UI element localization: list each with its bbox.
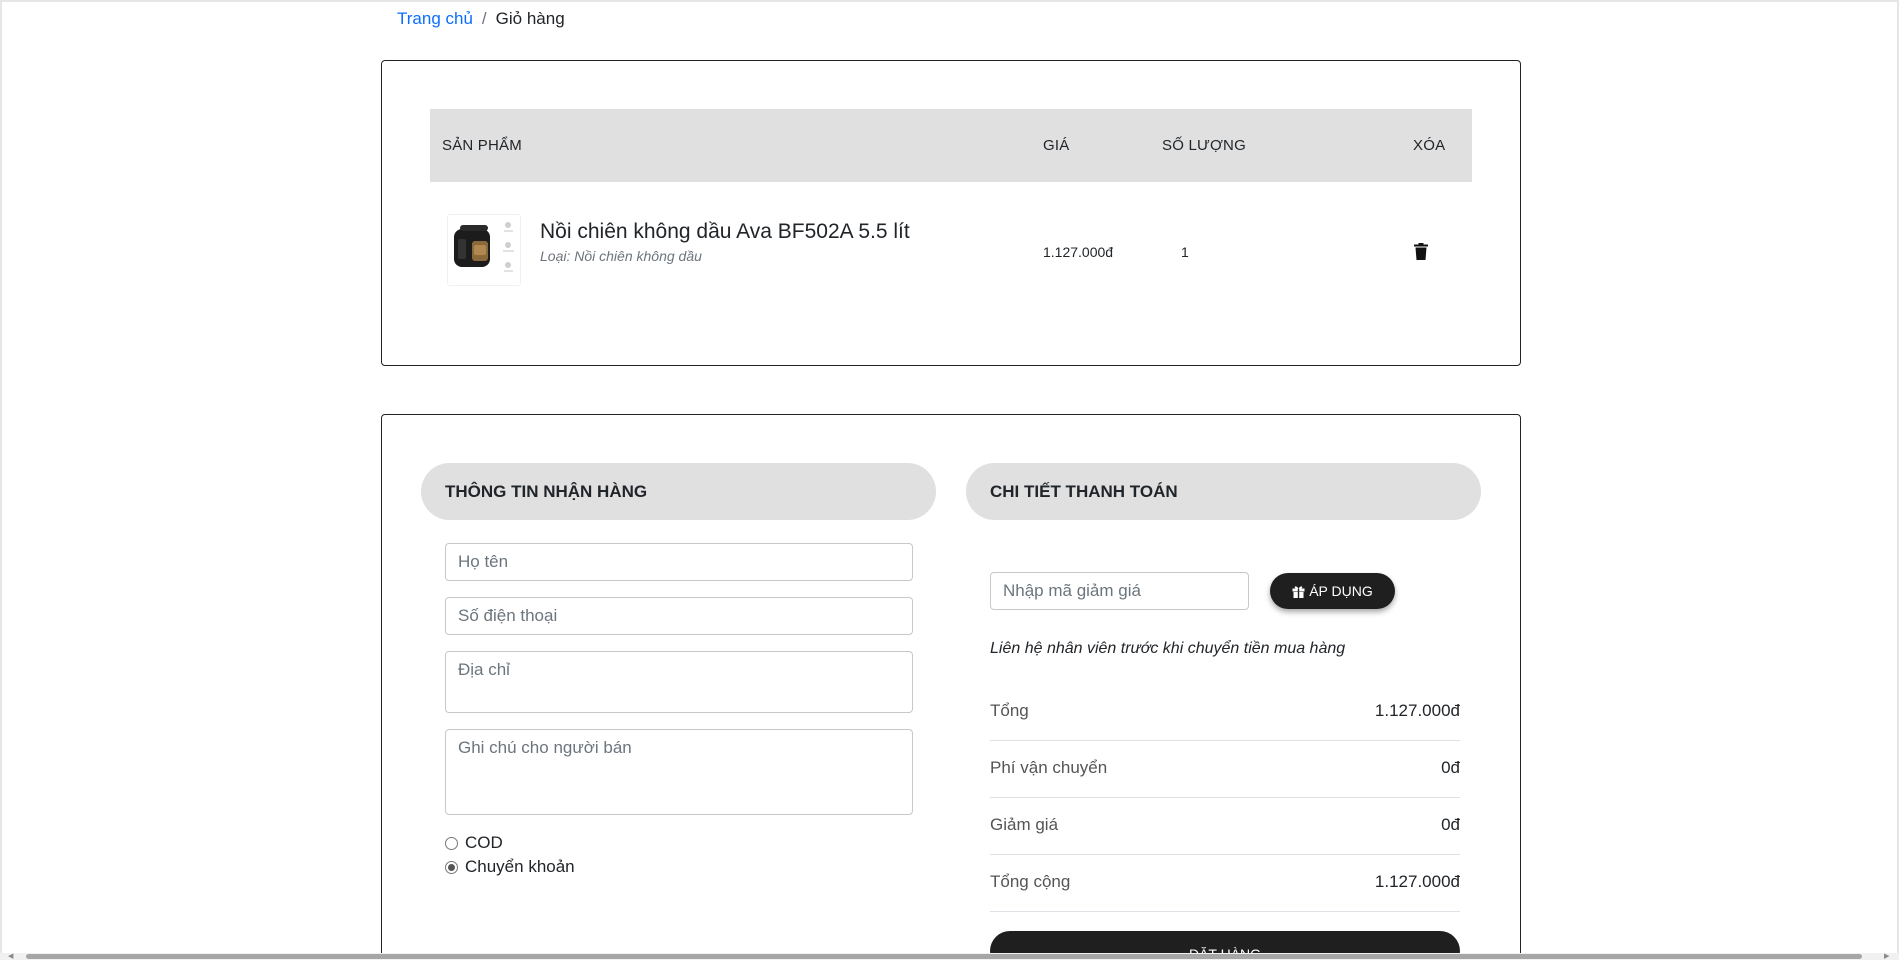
header-product: SẢN PHẨM [442, 137, 522, 154]
product-thumbnail[interactable] [447, 214, 521, 286]
coupon-input[interactable] [990, 572, 1249, 610]
subtotal-value: 1.127.000đ [1374, 701, 1460, 720]
total-label: Tổng cộng [990, 872, 1071, 891]
header-quantity: SỐ LƯỢNG [1162, 137, 1246, 154]
product-type: Loại: Nồi chiên không dầu [540, 248, 702, 264]
payment-option-cod[interactable]: COD [445, 833, 503, 853]
shipping-fee-label: Phí vận chuyển [990, 758, 1108, 777]
scrollbar-thumb[interactable] [26, 954, 1862, 959]
gift-icon [1292, 585, 1305, 598]
cod-label: COD [465, 833, 503, 852]
bank-transfer-radio[interactable] [445, 860, 458, 874]
checkout-card: THÔNG TIN NHẬN HÀNG CHI TIẾT THANH TOÁN … [381, 414, 1521, 960]
scroll-left-icon[interactable]: ◀ [8, 953, 13, 960]
summary-row-total: Tổng cộng 1.127.000đ [990, 855, 1460, 912]
apply-coupon-label: ÁP DỤNG [1309, 583, 1373, 599]
horizontal-scrollbar[interactable]: ◀ ▶ [0, 953, 1899, 960]
payment-details-title: CHI TIẾT THANH TOÁN [966, 463, 1481, 520]
cart-card: SẢN PHẨM GIÁ SỐ LƯỢNG XÓA Nồi chiên khôn… [381, 60, 1521, 366]
payment-note: Liên hệ nhân viên trước khi chuyển tiền … [990, 640, 1346, 657]
scroll-right-icon[interactable]: ▶ [1884, 953, 1889, 960]
seller-note-textarea[interactable] [445, 729, 913, 815]
breadcrumb-current: Giỏ hàng [495, 9, 565, 28]
breadcrumb-home-link[interactable]: Trang chủ [397, 9, 473, 29]
cod-radio[interactable] [445, 836, 458, 850]
subtotal-label: Tổng [990, 701, 1029, 720]
shipping-fee-value: 0đ [1441, 758, 1460, 777]
cart-table-header: SẢN PHẨM GIÁ SỐ LƯỢNG XÓA [430, 109, 1472, 182]
discount-label: Giảm giá [990, 815, 1059, 834]
summary-row-discount: Giảm giá 0đ [990, 798, 1460, 855]
delete-item-button[interactable] [1414, 243, 1428, 260]
phone-input[interactable] [445, 597, 913, 635]
product-quantity: 1 [1181, 244, 1189, 260]
cart-item-row: Nồi chiên không dầu Ava BF502A 5.5 lít L… [430, 206, 1472, 296]
air-fryer-image [448, 215, 520, 285]
breadcrumb: Trang chủ / Giỏ hàng [397, 9, 565, 29]
discount-value: 0đ [1441, 815, 1460, 834]
trash-icon [1414, 243, 1428, 260]
total-value: 1.127.000đ [1374, 872, 1460, 891]
bank-transfer-label: Chuyển khoản [465, 857, 575, 876]
apply-coupon-button[interactable]: ÁP DỤNG [1270, 573, 1395, 609]
payment-option-bank-transfer[interactable]: Chuyển khoản [445, 857, 575, 877]
address-textarea[interactable] [445, 651, 913, 713]
summary-row-shipping: Phí vận chuyển 0đ [990, 741, 1460, 798]
header-price: GIÁ [1043, 137, 1070, 154]
product-name[interactable]: Nồi chiên không dầu Ava BF502A 5.5 lít [540, 220, 910, 244]
product-price: 1.127.000đ [1043, 244, 1114, 260]
full-name-input[interactable] [445, 543, 913, 581]
header-delete: XÓA [1413, 137, 1446, 154]
summary-row-subtotal: Tổng 1.127.000đ [990, 684, 1460, 741]
shipping-info-title: THÔNG TIN NHẬN HÀNG [421, 463, 936, 520]
breadcrumb-separator: / [481, 9, 487, 28]
